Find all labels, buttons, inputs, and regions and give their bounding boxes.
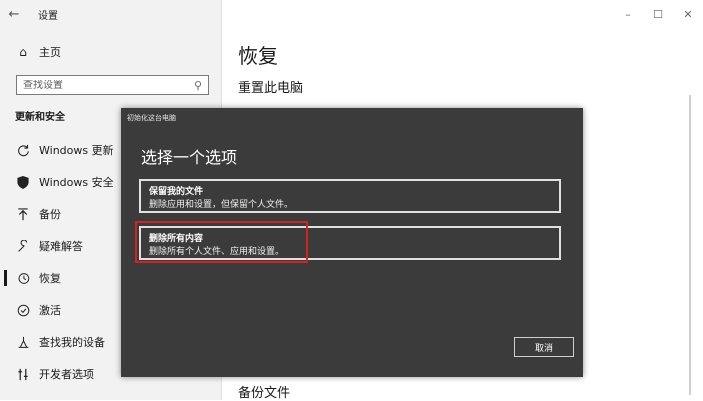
developer-icon [15,366,31,382]
minimize-icon: – [625,7,631,21]
section-heading-reset: 重置此电脑 [238,81,304,96]
sidebar-item-label: 疑难解答 [39,240,83,253]
check-circle-icon [15,302,31,318]
window-title: 设置 [38,10,58,22]
back-arrow-icon: ← [8,6,20,22]
remove-everything-option[interactable]: 删除所有内容 删除所有个人文件、应用和设置。 [139,226,561,260]
search-box[interactable]: ⚲ [16,75,209,95]
home-icon: ⌂ [19,45,27,59]
option-description: 删除所有个人文件、应用和设置。 [149,247,285,257]
section-heading-backup: 备份文件 [238,386,291,401]
sidebar-item-label: 主页 [39,46,61,59]
option-title: 保留我的文件 [149,187,204,197]
title-bar: ← 设置 [0,0,221,28]
scrollbar[interactable] [689,95,691,395]
option-title: 删除所有内容 [149,234,204,244]
back-button[interactable]: ← [0,0,28,28]
sync-icon [15,142,31,158]
find-device-icon [15,334,31,350]
wrench-icon [15,238,31,254]
cancel-button[interactable]: 取消 [514,337,574,357]
sidebar-item-label: 激活 [39,304,61,317]
reset-pc-dialog: 初始化这台电脑 选择一个选项 保留我的文件 删除应用和设置，但保留个人文件。 删… [121,108,583,377]
close-icon: ✕ [683,7,693,21]
keep-files-option[interactable]: 保留我的文件 删除应用和设置，但保留个人文件。 [139,179,561,213]
search-icon[interactable]: ⚲ [194,79,202,92]
shield-icon [15,174,31,190]
sidebar-item-label: 开发者选项 [39,368,94,381]
section-title: 更新和安全 [15,112,65,123]
sidebar-item-home[interactable]: ⌂ 主页 [0,40,221,64]
dialog-heading: 选择一个选项 [141,148,238,167]
sidebar-item-label: Windows 更新 [39,144,114,157]
dialog-title: 初始化这台电脑 [127,114,176,122]
close-button[interactable]: ✕ [673,0,703,28]
maximize-icon: ☐ [653,7,663,21]
history-icon [15,270,31,286]
sidebar-item-label: 恢复 [39,272,61,285]
option-description: 删除应用和设置，但保留个人文件。 [149,200,294,210]
maximize-button[interactable]: ☐ [643,0,673,28]
sidebar-item-label: 查找我的设备 [39,336,105,349]
settings-window: ← 设置 ⌂ 主页 ⚲ 更新和安全 Windows 更新 [0,0,703,401]
window-controls: – ☐ ✕ [613,0,703,28]
search-input[interactable] [23,79,183,91]
backup-arrow-icon [15,206,31,222]
sidebar-item-label: 备份 [39,208,61,221]
page-title: 恢复 [238,44,278,68]
minimize-button[interactable]: – [613,0,643,28]
sidebar-item-label: Windows 安全 [39,176,114,189]
